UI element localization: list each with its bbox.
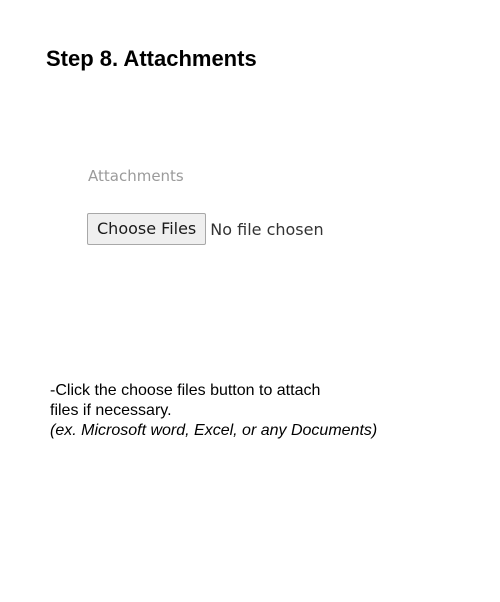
file-input-row: Choose Files No file chosen — [87, 213, 324, 245]
attachments-label: Attachments — [88, 167, 184, 185]
page-title: Step 8. Attachments — [46, 46, 257, 71]
instruction-line: files if necessary. — [50, 402, 172, 419]
file-status-text: No file chosen — [210, 219, 324, 239]
choose-files-button[interactable]: Choose Files — [87, 213, 207, 245]
instructions-text: -Click the choose files button to attach… — [50, 381, 377, 441]
instruction-example: (ex. Microsoft word, Excel, or any Docum… — [50, 422, 378, 439]
instruction-line: -Click the choose files button to attach — [50, 382, 321, 399]
